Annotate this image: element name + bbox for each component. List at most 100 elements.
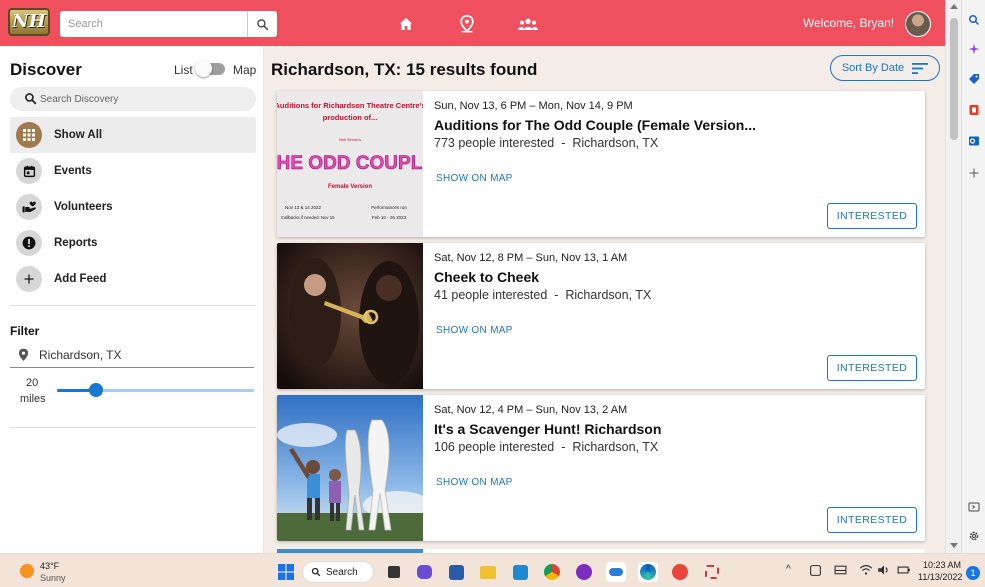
alert-icon (16, 230, 42, 256)
windows-start-icon[interactable] (276, 562, 296, 582)
clock-date[interactable]: 11/13/2022 (918, 572, 962, 582)
settings-icon[interactable] (968, 530, 980, 542)
show-on-map-link[interactable]: SHOW ON MAP (436, 173, 513, 184)
poster-title: THE ODD COUPLE (277, 153, 423, 174)
search-icon (257, 18, 269, 30)
home-icon (400, 18, 412, 30)
interested-button[interactable]: INTERESTED (827, 203, 917, 229)
radius-slider[interactable] (57, 383, 254, 397)
poster-subtitle: Female Version (328, 184, 372, 190)
snipping-tool-icon[interactable] (702, 562, 722, 582)
event-card[interactable]: Sat, Nov 12, 8 PM – Sun, Nov 13, 1 AM Ch… (277, 243, 925, 389)
weather-temperature[interactable]: 43°F (40, 561, 59, 571)
sort-by-date-button[interactable]: Sort By Date (830, 55, 940, 81)
sidebar-item-volunteers[interactable]: Volunteers (10, 189, 256, 225)
sidebar-item-add-feed[interactable]: Add Feed (10, 261, 256, 297)
taskbar-search[interactable]: Search (302, 561, 374, 583)
nav-home[interactable] (396, 14, 416, 34)
filter-title: Filter (10, 324, 40, 338)
radius-slider-thumb[interactable] (89, 383, 104, 397)
sidebar-item-reports[interactable]: Reports (10, 225, 256, 261)
edge-icon[interactable] (638, 562, 658, 582)
app-icon[interactable] (670, 562, 690, 582)
sort-button-label: Sort By Date (841, 62, 905, 74)
list-map-toggle[interactable] (195, 60, 225, 77)
show-on-map-link[interactable]: SHOW ON MAP (436, 477, 513, 488)
chat-icon[interactable] (414, 562, 434, 582)
event-meta: 41 people interested - Richardson, TX (434, 288, 651, 302)
event-meta: 106 people interested - Richardson, TX (434, 440, 658, 454)
chevron-up-icon[interactable]: ^ (786, 564, 791, 575)
task-view-icon[interactable] (384, 562, 404, 582)
battery-icon[interactable] (897, 564, 911, 579)
clock-time[interactable]: 10:23 AM (923, 560, 961, 570)
calendar-icon (16, 158, 42, 184)
office-icon[interactable] (968, 104, 980, 116)
file-explorer-icon[interactable] (478, 562, 498, 582)
weather-condition[interactable]: Sunny (40, 573, 66, 583)
list-view-label[interactable]: List (174, 63, 193, 77)
search-icon[interactable] (968, 14, 980, 26)
github-icon[interactable] (574, 562, 594, 582)
onedrive-icon[interactable] (606, 562, 626, 582)
event-title[interactable]: Cheek to Cheek (434, 269, 539, 285)
location-value: Richardson, TX (39, 348, 122, 362)
discover-sidebar: Discover List Map Show All Events Volunt… (0, 46, 264, 553)
event-card[interactable]: Sat, Nov 12, 4 PM – Sun, Nov 13, 2 AM It… (277, 395, 925, 541)
meta-separator: - (561, 136, 566, 150)
interested-button[interactable]: INTERESTED (827, 355, 917, 381)
discovery-search-input[interactable] (40, 87, 240, 111)
nav-location[interactable] (457, 14, 477, 34)
tray-display-icon[interactable] (834, 564, 847, 580)
toggle-knob[interactable] (195, 60, 212, 77)
user-avatar[interactable] (905, 11, 931, 37)
event-photo-image[interactable] (277, 243, 423, 389)
volume-icon[interactable] (877, 564, 891, 579)
header-search (60, 11, 277, 37)
map-view-label[interactable]: Map (233, 63, 256, 77)
radius-value: 20 (26, 377, 39, 389)
event-photo-image[interactable] (277, 395, 423, 541)
add-icon[interactable] (968, 167, 980, 179)
taskbar-search-label: Search (326, 566, 358, 578)
location-filter-field[interactable]: Richardson, TX (10, 344, 254, 368)
event-location: Richardson, TX (572, 136, 659, 150)
scroll-up-arrow-icon[interactable] (950, 4, 958, 9)
notification-badge[interactable]: 1 (966, 566, 980, 580)
interested-button[interactable]: INTERESTED (827, 507, 917, 533)
sidebar-item-events[interactable]: Events (10, 153, 256, 189)
tray-app-icon[interactable] (809, 564, 822, 580)
header-search-input[interactable] (60, 11, 247, 37)
page-scrollbar[interactable] (945, 0, 961, 553)
sun-icon[interactable] (20, 564, 34, 578)
interested-count: 106 people interested (434, 440, 555, 454)
nav-groups[interactable] (518, 14, 538, 34)
chrome-icon[interactable] (542, 562, 562, 582)
interested-count: 773 people interested (434, 136, 555, 150)
sidebar-item-show-all[interactable]: Show All (10, 117, 256, 153)
sidebar-item-label: Reports (54, 237, 98, 249)
show-on-map-link[interactable]: SHOW ON MAP (436, 325, 513, 336)
event-title[interactable]: Auditions for The Odd Couple (Female Ver… (434, 117, 756, 133)
group-icon (518, 18, 538, 30)
header-search-button[interactable] (247, 11, 277, 37)
event-card[interactable]: Auditions for Richardson Theatre Centre'… (277, 91, 925, 237)
logo[interactable]: NH (8, 8, 50, 36)
interested-count: 41 people interested (434, 288, 548, 302)
sidebar-title: Discover (10, 60, 82, 79)
event-title[interactable]: It's a Scavenger Hunt! Richardson (434, 421, 661, 437)
panel-collapse-icon[interactable] (968, 501, 980, 513)
event-date: Sun, Nov 13, 6 PM – Mon, Nov 14, 9 PM (434, 100, 633, 112)
divider (10, 305, 256, 306)
browser-sidebar (961, 0, 985, 553)
word-icon[interactable] (446, 562, 466, 582)
outlook-icon[interactable] (968, 135, 980, 147)
scroll-thumb[interactable] (950, 18, 958, 140)
event-meta: 773 people interested - Richardson, TX (434, 136, 658, 150)
scroll-down-arrow-icon[interactable] (950, 543, 958, 548)
event-poster-image[interactable]: Auditions for Richardson Theatre Centre'… (277, 91, 423, 237)
copilot-icon[interactable] (968, 43, 980, 55)
vscode-icon[interactable] (510, 562, 530, 582)
wifi-icon[interactable] (859, 564, 873, 579)
tag-icon[interactable] (968, 73, 980, 85)
